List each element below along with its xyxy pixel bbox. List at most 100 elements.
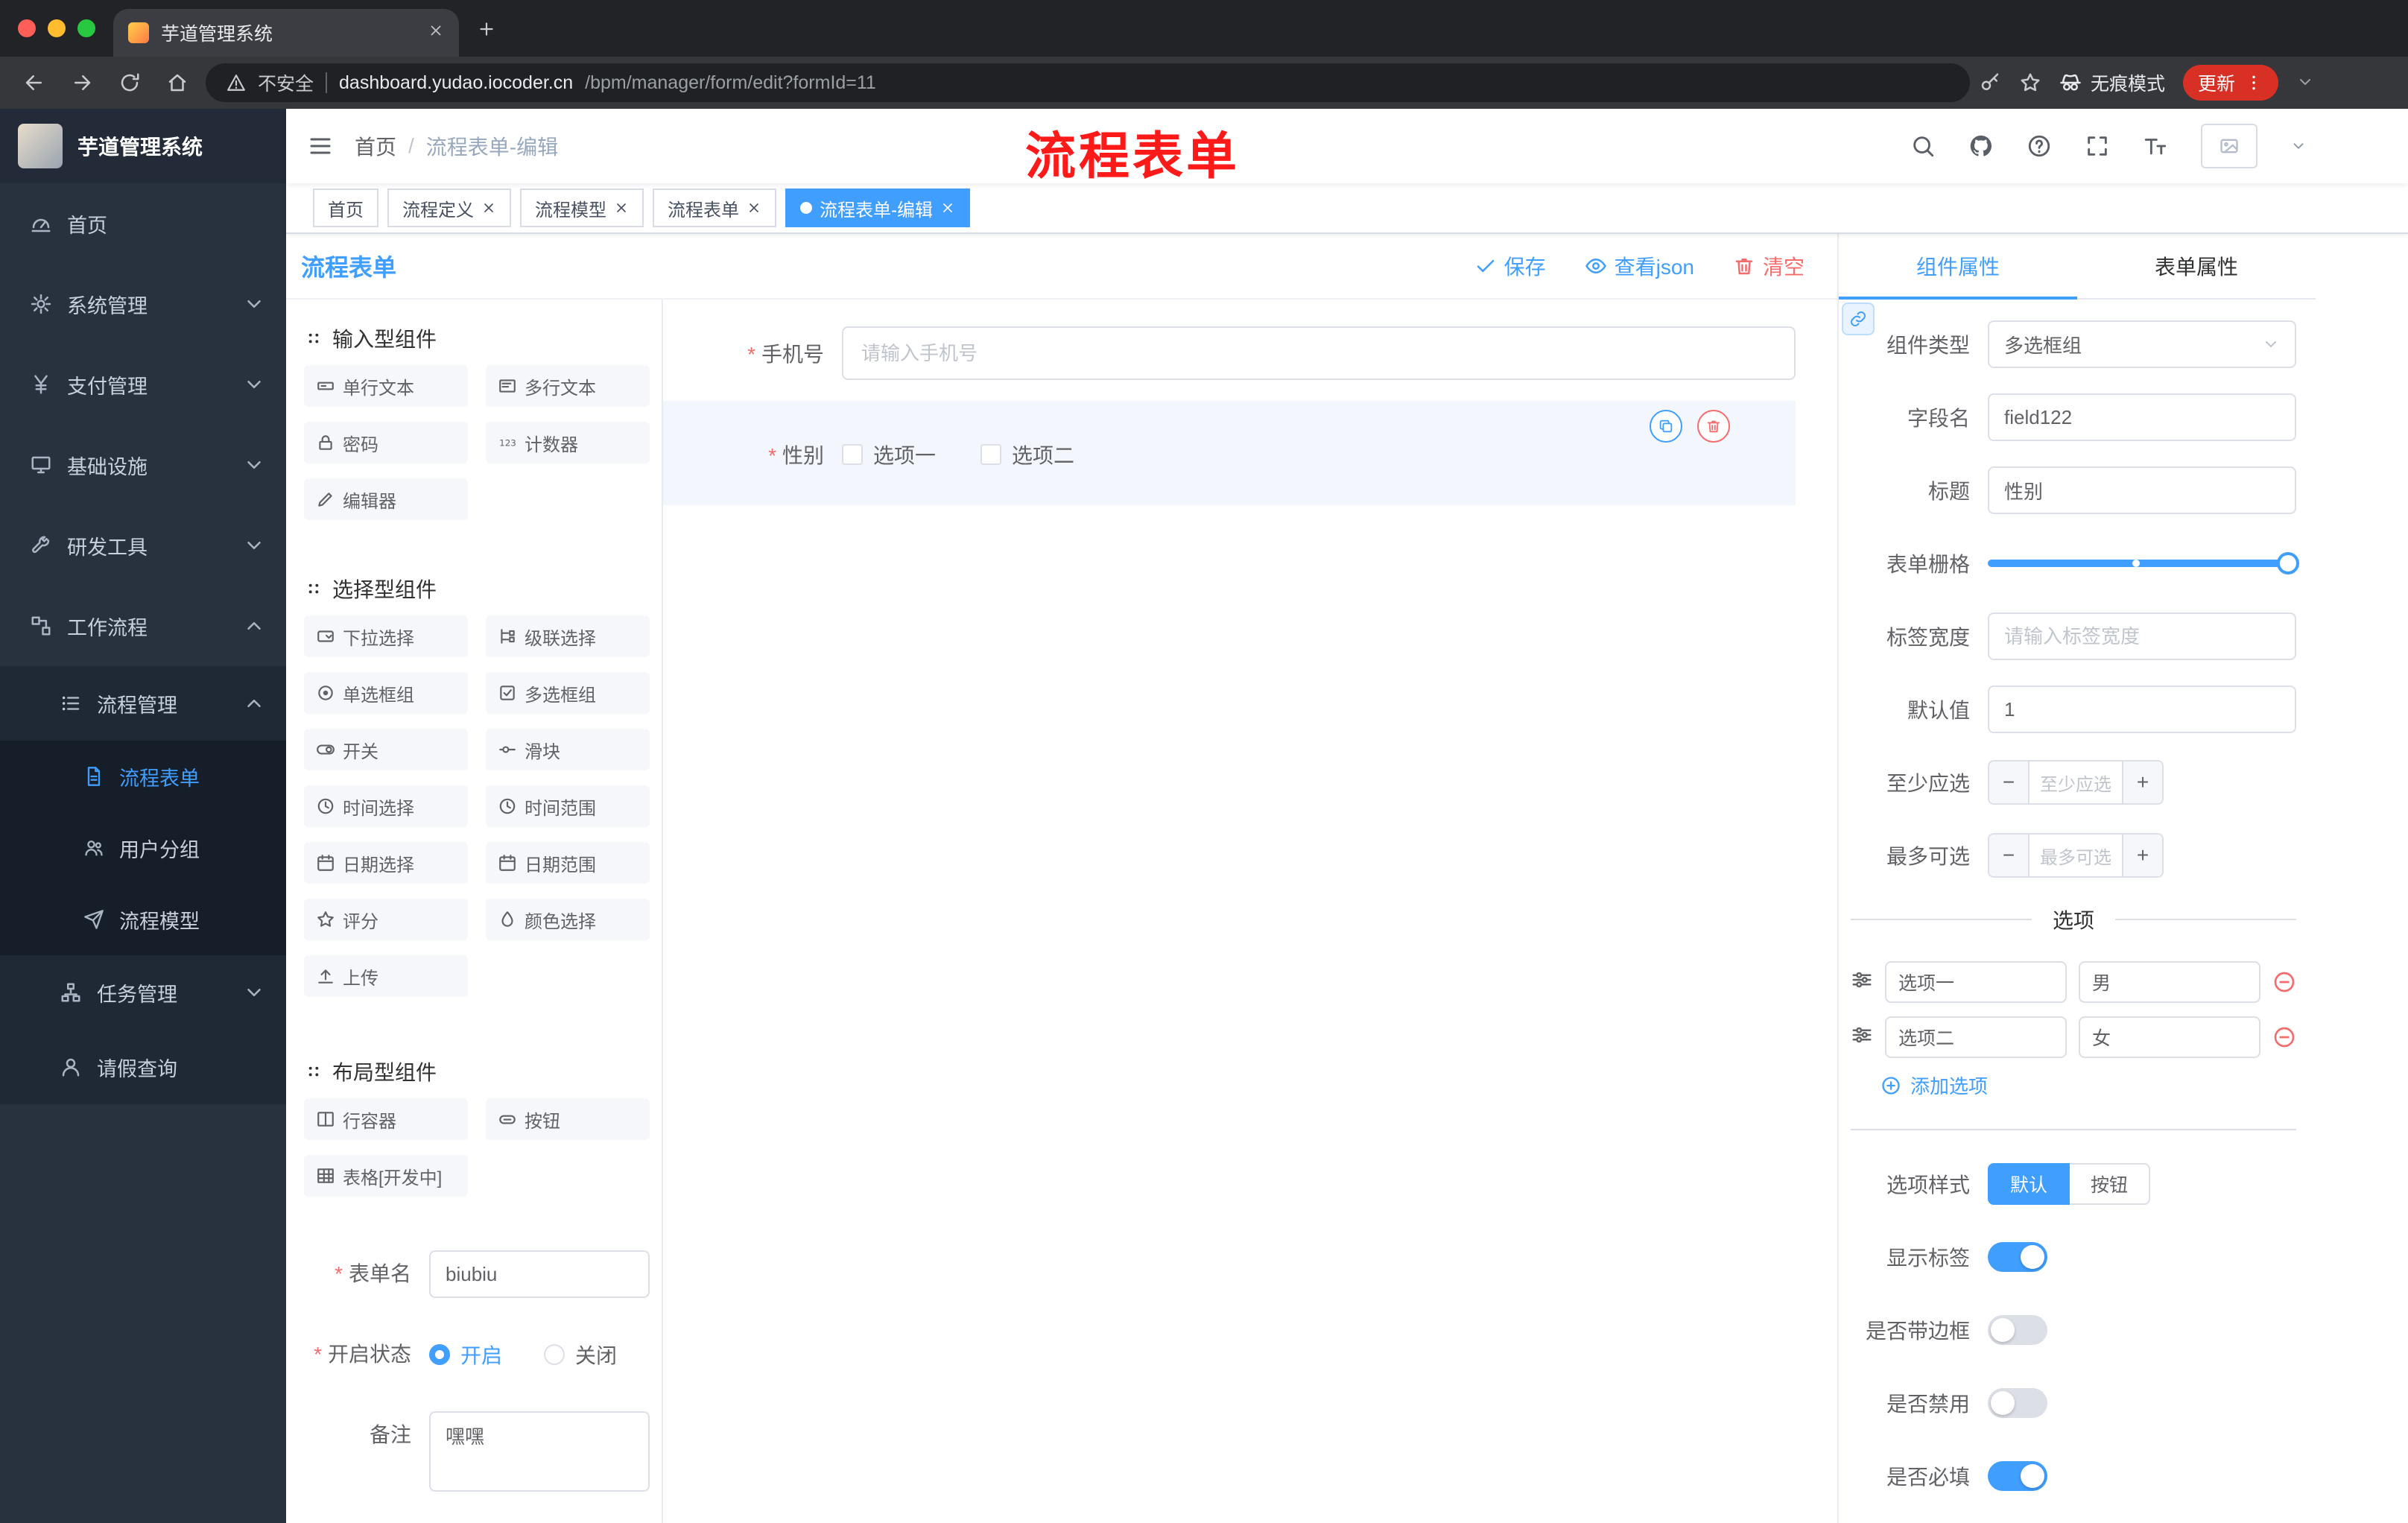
- increase-button[interactable]: +: [2123, 762, 2162, 803]
- tag-home[interactable]: 首页: [313, 189, 378, 227]
- sidebar-collapse-icon[interactable]: [286, 109, 355, 183]
- search-icon[interactable]: [1910, 133, 1936, 159]
- canvas-field-gender-selected[interactable]: 性别 选项一 选项二: [663, 401, 1796, 505]
- tab-form-props[interactable]: 表单属性: [2077, 234, 2316, 298]
- remove-option-button[interactable]: [2272, 970, 2296, 994]
- fullscreen-icon[interactable]: [2085, 133, 2110, 159]
- tag-process-definition[interactable]: 流程定义: [387, 189, 511, 227]
- add-option-button[interactable]: 添加选项: [1881, 1071, 2296, 1099]
- palette-item-single-text[interactable]: 单行文本: [304, 365, 468, 407]
- component-type-select[interactable]: 多选框组: [1988, 320, 2296, 368]
- tag-process-model[interactable]: 流程模型: [520, 189, 644, 227]
- close-icon[interactable]: [614, 200, 629, 215]
- disabled-switch[interactable]: [1988, 1388, 2047, 1418]
- palette-item-textarea[interactable]: 多行文本: [486, 365, 650, 407]
- label-width-input[interactable]: [1988, 612, 2296, 660]
- clear-button[interactable]: 清空: [1733, 251, 1805, 281]
- palette-item-table[interactable]: 表格[开发中]: [304, 1155, 468, 1197]
- status-radio-on[interactable]: 开启: [429, 1340, 502, 1370]
- address-bar[interactable]: 不安全 dashboard.yudao.iocoder.cn/bpm/manag…: [206, 63, 1970, 102]
- sidebar-item-process-model[interactable]: 流程模型: [0, 884, 286, 955]
- font-size-icon[interactable]: [2143, 133, 2168, 159]
- decrease-button[interactable]: −: [1989, 762, 2028, 803]
- back-icon[interactable]: [15, 63, 54, 102]
- max-stepper-value[interactable]: 最多可选: [2028, 835, 2123, 876]
- palette-item-switch[interactable]: 开关: [304, 729, 468, 770]
- checkbox-option-2[interactable]: 选项二: [980, 440, 1074, 469]
- drag-handle-icon[interactable]: [1851, 969, 1873, 996]
- close-icon[interactable]: [747, 200, 761, 215]
- password-key-icon[interactable]: [1979, 72, 2001, 94]
- sidebar-item-user-group[interactable]: 用户分组: [0, 812, 286, 884]
- option-label-input[interactable]: [1885, 961, 2067, 1003]
- sidebar-item-infra[interactable]: 基础设施: [0, 425, 286, 505]
- palette-item-cascader[interactable]: 级联选择: [486, 615, 650, 657]
- palette-item-color-picker[interactable]: 颜色选择: [486, 899, 650, 940]
- avatar[interactable]: [2201, 124, 2258, 168]
- palette-item-row-container[interactable]: 行容器: [304, 1098, 468, 1140]
- tab-close-icon[interactable]: [428, 22, 444, 44]
- home-icon[interactable]: [158, 63, 197, 102]
- sidebar-logo[interactable]: 芋道管理系统: [0, 109, 286, 183]
- sidebar-item-home[interactable]: 首页: [0, 183, 286, 264]
- delete-field-button[interactable]: [1697, 410, 1730, 443]
- link-button[interactable]: [1842, 303, 1875, 335]
- title-input[interactable]: [1988, 466, 2296, 514]
- bookmark-star-icon[interactable]: [2019, 72, 2041, 94]
- option-value-input[interactable]: [2079, 961, 2260, 1003]
- chrome-update-button[interactable]: 更新: [2183, 65, 2279, 101]
- status-radio-off[interactable]: 关闭: [544, 1340, 617, 1370]
- palette-item-slider[interactable]: 滑块: [486, 729, 650, 770]
- phone-input[interactable]: [842, 326, 1796, 380]
- sidebar-item-process-mgmt[interactable]: 流程管理: [0, 666, 286, 741]
- form-name-input[interactable]: [429, 1250, 650, 1298]
- palette-item-editor[interactable]: 编辑器: [304, 478, 468, 520]
- style-button-button[interactable]: 按钮: [2070, 1163, 2151, 1205]
- chrome-menu-dots-icon[interactable]: [2244, 73, 2263, 92]
- palette-item-checkbox-group[interactable]: 多选框组: [486, 672, 650, 714]
- palette-item-password[interactable]: 密码: [304, 422, 468, 463]
- form-remark-textarea[interactable]: 嘿嘿: [429, 1411, 650, 1492]
- decrease-button[interactable]: −: [1989, 835, 2028, 876]
- palette-item-counter[interactable]: 计数器: [486, 422, 650, 463]
- palette-item-button[interactable]: 按钮: [486, 1098, 650, 1140]
- sidebar-item-payment[interactable]: 支付管理: [0, 344, 286, 425]
- save-button[interactable]: 保存: [1474, 251, 1546, 281]
- close-icon[interactable]: [481, 200, 496, 215]
- sidebar-item-devtools[interactable]: 研发工具: [0, 505, 286, 586]
- min-stepper-value[interactable]: 至少应选: [2028, 762, 2123, 803]
- help-icon[interactable]: [2027, 133, 2052, 159]
- sidebar-item-leave-query[interactable]: 请假查询: [0, 1030, 286, 1104]
- window-zoom-button[interactable]: [77, 19, 95, 37]
- field-name-input[interactable]: [1988, 393, 2296, 441]
- close-icon[interactable]: [940, 200, 955, 215]
- required-switch[interactable]: [1988, 1461, 2047, 1491]
- sidebar-item-process-form[interactable]: 流程表单: [0, 741, 286, 812]
- tag-process-form-edit[interactable]: 流程表单-编辑: [785, 189, 970, 227]
- style-default-button[interactable]: 默认: [1988, 1163, 2070, 1205]
- tag-process-form[interactable]: 流程表单: [653, 189, 776, 227]
- new-tab-button[interactable]: [477, 17, 496, 45]
- palette-item-radio-group[interactable]: 单选框组: [304, 672, 468, 714]
- option-label-input[interactable]: [1885, 1016, 2067, 1058]
- github-icon[interactable]: [1968, 133, 1994, 159]
- checkbox-option-1[interactable]: 选项一: [842, 440, 936, 469]
- canvas-field-phone[interactable]: 手机号: [663, 326, 1796, 380]
- palette-item-time-picker[interactable]: 时间选择: [304, 785, 468, 827]
- palette-item-time-range[interactable]: 时间范围: [486, 785, 650, 827]
- option-value-input[interactable]: [2079, 1016, 2260, 1058]
- sidebar-item-task-mgmt[interactable]: 任务管理: [0, 955, 286, 1030]
- forward-icon[interactable]: [63, 63, 101, 102]
- palette-item-date-picker[interactable]: 日期选择: [304, 842, 468, 884]
- palette-item-select[interactable]: 下拉选择: [304, 615, 468, 657]
- toolbar-overflow-caret-icon[interactable]: [2296, 69, 2314, 97]
- copy-field-button[interactable]: [1650, 410, 1682, 443]
- border-switch[interactable]: [1988, 1315, 2047, 1345]
- window-close-button[interactable]: [18, 19, 36, 37]
- drag-handle-icon[interactable]: [1851, 1024, 1873, 1051]
- palette-item-date-range[interactable]: 日期范围: [486, 842, 650, 884]
- sidebar-item-workflow[interactable]: 工作流程: [0, 586, 286, 666]
- increase-button[interactable]: +: [2123, 835, 2162, 876]
- browser-tab[interactable]: 芋道管理系统: [113, 9, 459, 57]
- default-value-input[interactable]: [1988, 685, 2296, 733]
